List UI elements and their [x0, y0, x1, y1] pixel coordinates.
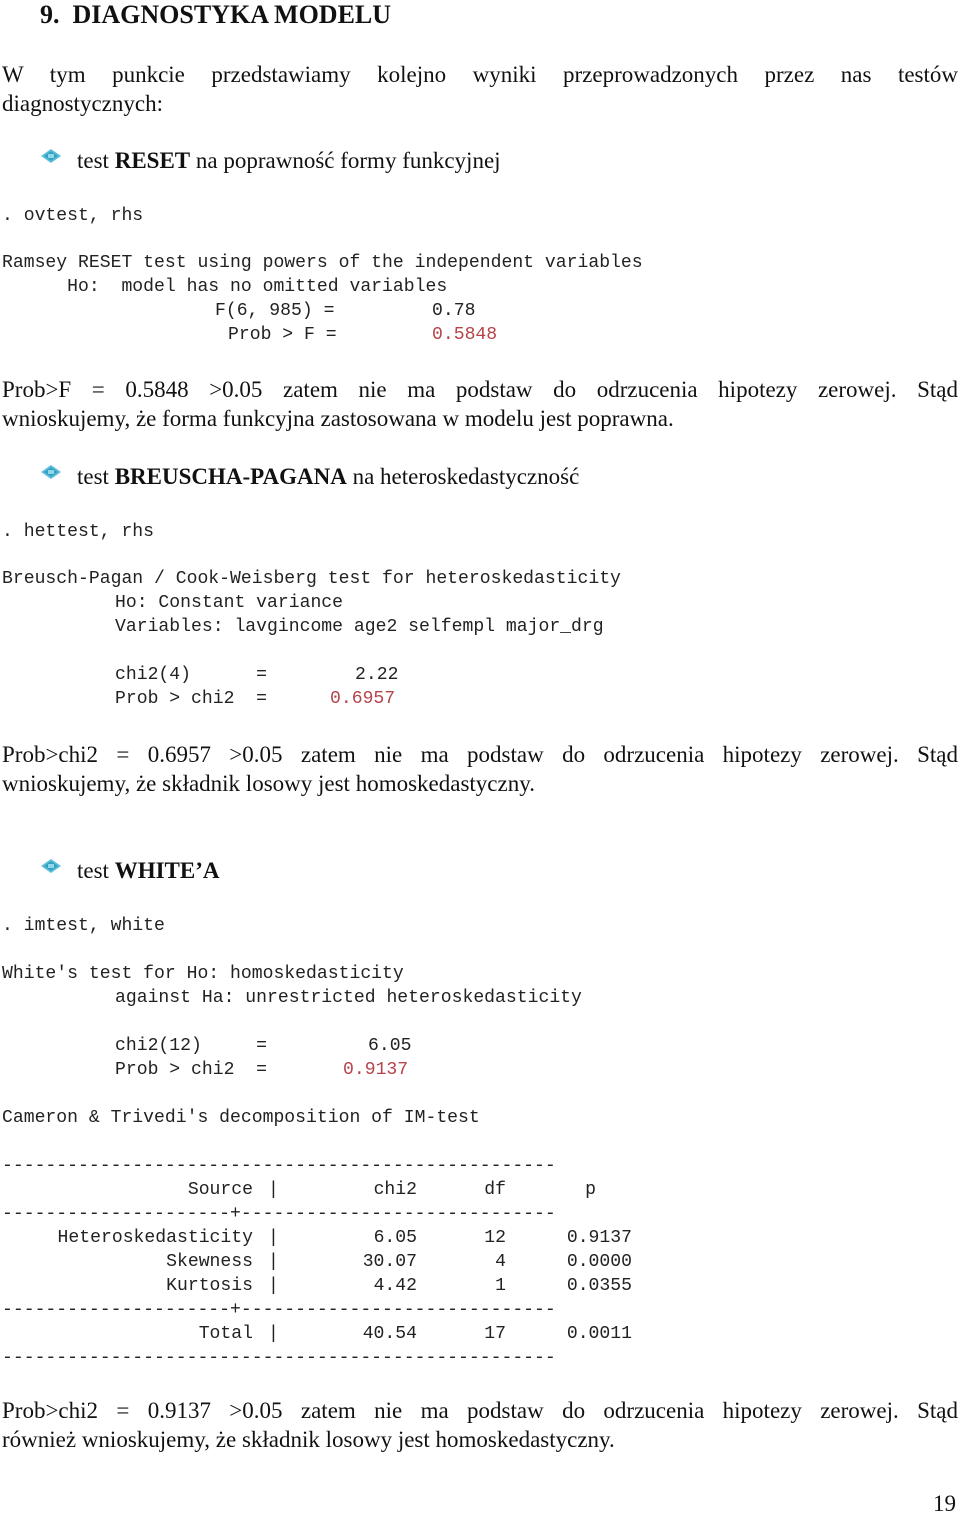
decomposition-title: Cameron & Trivedi's decomposition of IM-… — [2, 1108, 480, 1128]
table-rule-top: ----------------------------------------… — [2, 1156, 556, 1176]
white-prob-value: 0.9137 — [343, 1060, 409, 1080]
bp-stat-value: 2.22 — [355, 665, 399, 685]
white-stat-value: 6.05 — [368, 1036, 412, 1056]
bp-output-line-1: Breusch-Pagan / Cook-Weisberg test for h… — [2, 569, 621, 589]
row-chi2: 30.07 — [362, 1252, 417, 1272]
row-source: Skewness — [166, 1252, 253, 1272]
section-bold-name: WHITE’A — [114, 858, 220, 883]
header-df: df — [484, 1180, 506, 1200]
section-prefix: test — [77, 148, 115, 173]
stata-command-hettest: . hettest, rhs — [2, 522, 155, 542]
reset-prob-value: 0.5848 — [432, 325, 498, 345]
white-output-line-2: against Ha: unrestricted heteroskedastic… — [115, 988, 582, 1008]
section-suffix: na heteroskedastyczność — [346, 464, 580, 489]
section-suffix: na poprawność formy funkcyjnej — [190, 148, 501, 173]
section-prefix: test — [77, 464, 115, 489]
diamond-bullet-icon — [41, 149, 61, 163]
table-rule-mid: ---------------------+------------------… — [2, 1204, 556, 1224]
section-bold-name: RESET — [114, 148, 191, 173]
section-heading-white: test WHITE’A — [77, 856, 220, 885]
table-column-separator: | — [268, 1324, 279, 1344]
bp-prob-label: Prob > chi2 = — [115, 689, 268, 709]
reset-stat-label: F(6, 985) = — [215, 301, 335, 321]
total-chi2: 40.54 — [362, 1324, 417, 1344]
row-source: Kurtosis — [166, 1276, 253, 1296]
total-df: 17 — [484, 1324, 506, 1344]
total-p: 0.0011 — [566, 1324, 632, 1344]
row-source: Heteroskedasticity — [57, 1228, 253, 1248]
row-chi2: 4.42 — [373, 1276, 417, 1296]
section-bold-name: BREUSCHA-PAGANA — [114, 464, 347, 489]
bp-conclusion-line-2: wnioskujemy, że składnik losowy jest hom… — [2, 771, 535, 796]
stata-command-imtest: . imtest, white — [2, 916, 165, 936]
bp-prob-value: 0.6957 — [330, 689, 396, 709]
header-p: p — [585, 1180, 596, 1200]
row-df: 4 — [495, 1252, 506, 1272]
table-column-separator: | — [268, 1252, 279, 1272]
reset-output-line-1: Ramsey RESET test using powers of the in… — [2, 253, 643, 273]
reset-output-line-2: Ho: model has no omitted variables — [2, 277, 448, 297]
diamond-bullet-icon — [41, 859, 61, 873]
intro-line-2: diagnostycznych: — [2, 91, 163, 116]
table-column-separator: | — [268, 1180, 279, 1200]
bp-output-line-3: Variables: lavgincome age2 selfempl majo… — [115, 617, 604, 637]
page-title: 9. DIAGNOSTYKA MODELU — [40, 0, 392, 29]
table-rule-bottom: ----------------------------------------… — [2, 1348, 556, 1368]
reset-prob-label: Prob > F = — [228, 325, 337, 345]
reset-conclusion-line-1: Prob>F = 0.5848 >0.05 zatem nie ma podst… — [2, 377, 958, 402]
row-p: 0.0355 — [566, 1276, 632, 1296]
table-column-separator: | — [268, 1228, 279, 1248]
row-chi2: 6.05 — [373, 1228, 417, 1248]
white-stat-label: chi2(12) = — [115, 1036, 268, 1056]
section-heading-breusch-pagan: test BREUSCHA-PAGANA na heteroskedastycz… — [77, 462, 579, 491]
row-p: 0.9137 — [566, 1228, 632, 1248]
row-p: 0.0000 — [566, 1252, 632, 1272]
row-df: 1 — [495, 1276, 506, 1296]
bp-conclusion-line-1: Prob>chi2 = 0.6957 >0.05 zatem nie ma po… — [2, 742, 958, 767]
total-source: Total — [198, 1324, 253, 1344]
header-source: Source — [187, 1180, 253, 1200]
section-heading-reset: test RESET na poprawność formy funkcyjne… — [77, 146, 501, 175]
bp-stat-label: chi2(4) = — [115, 665, 268, 685]
white-conclusion-line-2: również wnioskujemy, że składnik losowy … — [2, 1427, 615, 1452]
bp-output-line-2: Ho: Constant variance — [115, 593, 344, 613]
row-df: 12 — [484, 1228, 506, 1248]
white-prob-label: Prob > chi2 = — [115, 1060, 268, 1080]
stata-command-ovtest: . ovtest, rhs — [2, 206, 144, 226]
page-number: 19 — [933, 1491, 956, 1516]
diamond-bullet-icon — [41, 465, 61, 479]
header-chi2: chi2 — [373, 1180, 417, 1200]
white-conclusion-line-1: Prob>chi2 = 0.9137 >0.05 zatem nie ma po… — [2, 1398, 958, 1423]
reset-conclusion-line-2: wnioskujemy, że forma funkcyjna zastosow… — [2, 406, 674, 431]
white-output-line-1: White's test for Ho: homoskedasticity — [2, 964, 404, 984]
intro-line-1: W tym punkcie przedstawiamy kolejno wyni… — [2, 62, 958, 87]
table-rule-mid: ---------------------+------------------… — [2, 1300, 556, 1320]
section-prefix: test — [77, 858, 115, 883]
reset-stat-value: 0.78 — [432, 301, 476, 321]
table-column-separator: | — [268, 1276, 279, 1296]
